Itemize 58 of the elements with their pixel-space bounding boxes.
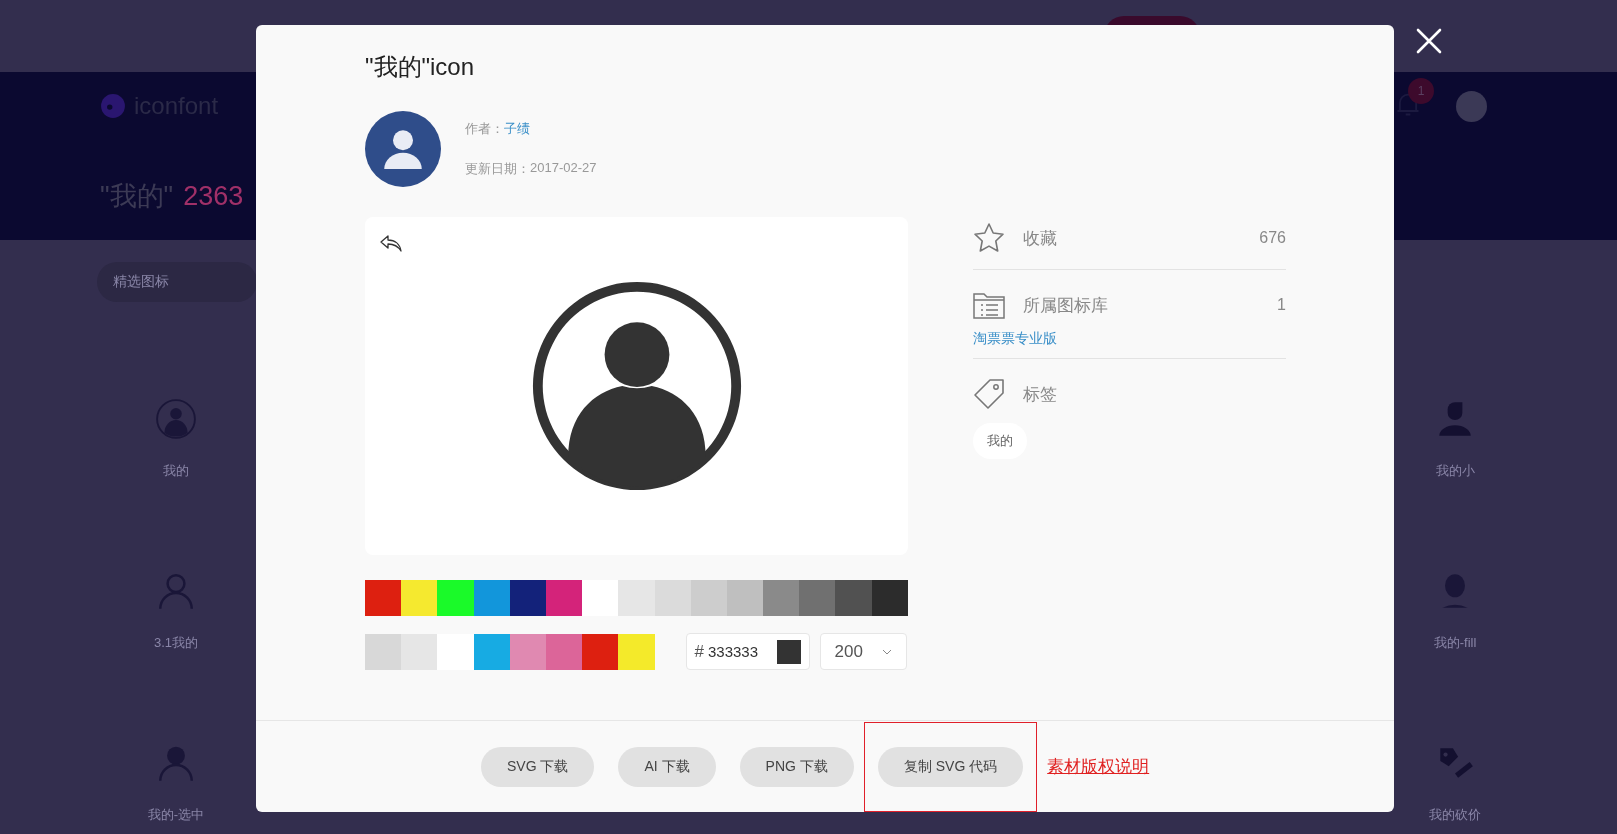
color-swatch[interactable]: [582, 580, 619, 616]
star-icon[interactable]: [973, 222, 1005, 254]
folder-icon: [973, 291, 1005, 319]
color-swatch[interactable]: [726, 580, 764, 616]
download-button[interactable]: SVG 下载: [481, 746, 595, 787]
color-swatch[interactable]: [690, 580, 727, 616]
stat-label: 收藏: [1023, 227, 1058, 250]
size-select[interactable]: 200: [819, 633, 907, 670]
color-swatch[interactable]: [618, 580, 655, 616]
color-swatch[interactable]: [835, 580, 872, 616]
update-date: 2017-02-27: [530, 160, 597, 177]
stat-value: 1: [1277, 296, 1286, 314]
color-swatch[interactable]: [582, 633, 619, 670]
user-avatar[interactable]: [1456, 90, 1487, 122]
color-swatch[interactable]: [871, 580, 908, 616]
icon-label: 我的-选中: [147, 806, 205, 824]
icon-label: 我的-fill: [1433, 634, 1477, 652]
icon-label: 3.1我的: [153, 634, 199, 652]
icon-label: 我的: [163, 462, 189, 480]
color-swatch[interactable]: [618, 633, 655, 670]
undo-icon[interactable]: [379, 233, 403, 253]
color-swatch[interactable]: [437, 633, 474, 670]
color-swatch[interactable]: [545, 633, 583, 670]
color-swatch[interactable]: [401, 633, 438, 670]
user-icon[interactable]: [155, 398, 197, 440]
copy-svg-button[interactable]: 复制 SVG 代码: [877, 746, 1024, 787]
author-label: 作者：: [465, 120, 504, 138]
color-swatch[interactable]: [473, 633, 510, 670]
download-button[interactable]: PNG 下载: [739, 746, 854, 787]
color-swatch[interactable]: [437, 580, 474, 616]
color-swatch[interactable]: [509, 633, 546, 670]
dialog-title: "我的"icon: [365, 52, 475, 82]
tag-icon: [973, 378, 1005, 410]
author-link[interactable]: 子绩: [504, 120, 530, 138]
color-swatch[interactable]: [545, 580, 583, 616]
caret-icon: [881, 648, 892, 655]
stat-label: 标签: [1023, 383, 1058, 406]
copyright-link[interactable]: 素材版权说明: [1047, 755, 1150, 778]
close-icon[interactable]: [1416, 28, 1442, 54]
stat-label: 所属图标库: [1023, 294, 1109, 317]
stat-value: 676: [1259, 229, 1286, 247]
filter-dropdown[interactable]: 精选图标: [97, 262, 257, 302]
color-field[interactable]: # 333333: [685, 633, 810, 670]
download-button[interactable]: AI 下载: [618, 746, 716, 787]
color-swatch[interactable]: [365, 580, 402, 616]
color-swatch[interactable]: [509, 580, 546, 616]
color-swatch[interactable]: [654, 580, 691, 616]
color-swatch[interactable]: [365, 633, 402, 670]
logo-icon: [100, 93, 126, 119]
tag-chip[interactable]: 我的: [973, 423, 1027, 459]
color-swatch[interactable]: [473, 580, 510, 616]
date-label: 更新日期：: [465, 160, 530, 178]
color-swatch[interactable]: [799, 580, 836, 616]
result-count: 2363: [183, 181, 244, 212]
icon-label: 我的小: [1435, 462, 1475, 480]
color-swatch[interactable]: [401, 580, 438, 616]
icon-label: 我的砍价: [1429, 806, 1481, 824]
color-swatch[interactable]: [763, 580, 800, 616]
